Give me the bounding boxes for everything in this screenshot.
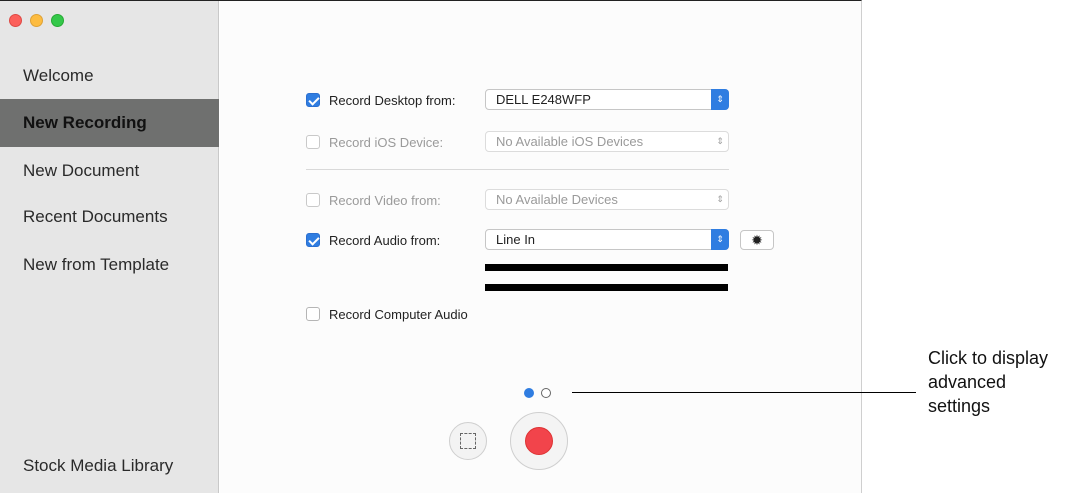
video-source-value: No Available Devices [496,192,618,207]
divider [306,169,729,170]
stepper-arrows-icon: ⇕ [716,194,724,204]
sidebar-item-new-document[interactable]: New Document [0,147,219,195]
callout-line-2: advanced [928,372,1007,392]
record-ios-checkbox[interactable] [306,135,320,149]
sidebar-item-label: Welcome [23,66,94,85]
app-window: Welcome New Recording New Document Recen… [0,0,862,493]
sidebar: Welcome New Recording New Document Recen… [0,1,219,493]
zoom-window-button[interactable] [51,14,64,27]
audio-source-value: Line In [496,232,536,247]
close-window-button[interactable] [9,14,22,27]
stepper-arrows-icon: ⇕ [711,229,729,250]
sidebar-item-recent-documents[interactable]: Recent Documents [0,193,219,241]
record-video-label: Record Video from: [329,192,441,208]
sidebar-item-label: Recent Documents [23,207,168,226]
record-desktop-row: Record Desktop from: [306,88,455,112]
record-computer-audio-row: Record Computer Audio [306,302,468,326]
minimize-window-button[interactable] [30,14,43,27]
record-desktop-label: Record Desktop from: [329,92,456,108]
record-desktop-checkbox[interactable] [306,93,320,107]
sidebar-item-label: Stock Media Library [23,456,174,475]
sidebar-item-new-from-template[interactable]: New from Template [0,241,219,289]
sidebar-item-label: New Document [23,161,140,180]
window-controls [9,14,64,27]
record-audio-label: Record Audio from: [329,232,441,248]
sidebar-item-stock-media-library[interactable]: Stock Media Library [0,442,219,490]
video-source-select[interactable]: No Available Devices ⇕ [485,189,729,210]
sidebar-item-new-recording[interactable]: New Recording [0,99,219,147]
ios-device-value: No Available iOS Devices [496,134,644,149]
stepper-arrows-icon: ⇕ [711,89,729,110]
record-computer-audio-label: Record Computer Audio [329,306,468,322]
callout-line [572,392,916,393]
record-button[interactable] [510,412,568,470]
page-dot-basic[interactable] [524,388,534,398]
stepper-arrows-icon: ⇕ [716,136,724,146]
selection-icon [460,433,476,449]
ios-device-select[interactable]: No Available iOS Devices ⇕ [485,131,729,152]
gear-icon: ✹ [751,232,763,248]
audio-level-meter-right [485,284,728,291]
desktop-source-value: DELL E248WFP [496,92,591,107]
audio-settings-button[interactable]: ✹ [740,230,774,250]
select-area-button[interactable] [449,422,487,460]
record-video-checkbox[interactable] [306,193,320,207]
recording-panel: Record Desktop from: DELL E248WFP ⇕ Reco… [220,1,861,493]
page-indicator [524,388,551,398]
sidebar-item-label: New from Template [23,255,170,274]
audio-level-meter-left [485,264,728,271]
callout-line-1: Click to display [928,348,1049,368]
record-audio-row: Record Audio from: [306,228,440,252]
record-video-row: Record Video from: [306,188,441,212]
record-audio-checkbox[interactable] [306,233,320,247]
sidebar-item-label: New Recording [23,113,147,132]
record-ios-row: Record iOS Device: [306,130,443,154]
desktop-source-select[interactable]: DELL E248WFP ⇕ [485,89,729,110]
record-computer-audio-checkbox[interactable] [306,307,320,321]
callout-line-3: settings [928,396,991,416]
record-ios-label: Record iOS Device: [329,134,444,150]
record-icon [525,427,553,455]
sidebar-item-welcome[interactable]: Welcome [0,52,219,100]
page-dot-advanced[interactable] [541,388,551,398]
callout-text: Click to display advanced settings [928,346,1048,418]
audio-source-select[interactable]: Line In ⇕ [485,229,729,250]
